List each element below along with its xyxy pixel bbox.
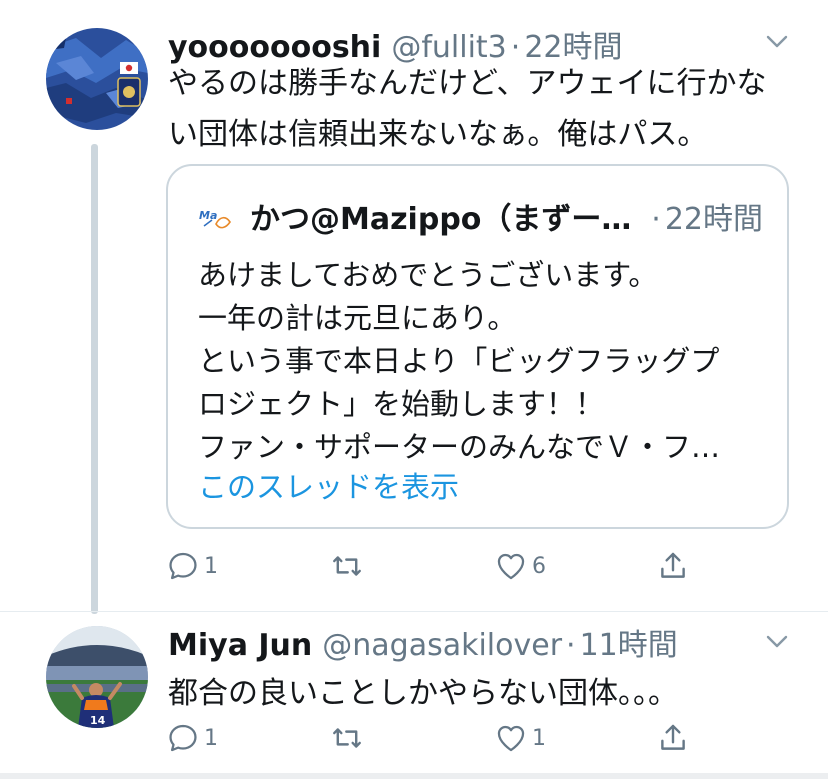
quoted-text-line: あけましておめでとうございます。 (198, 258, 658, 292)
reply-count: 1 (204, 553, 218, 579)
retweet-icon (333, 728, 361, 748)
tweet-actions: 1 1 (166, 718, 706, 758)
like-button[interactable]: 1 (494, 718, 546, 758)
share-button[interactable] (656, 718, 694, 758)
like-count: 1 (532, 725, 546, 751)
quoted-tweet[interactable]: Ma かつ@Mazippo（まずー… · 22時間 あけましておめでとうございま… (166, 164, 789, 529)
thread-line (91, 144, 98, 614)
tweet-header: yoooooooshi @fullit3 · 22時間 (168, 22, 623, 65)
reply-button[interactable]: 1 (166, 546, 218, 586)
tweet[interactable]: yoooooooshi @fullit3 · 22時間 やるのは勝手なんだけど、… (0, 0, 828, 614)
share-button[interactable] (656, 546, 694, 586)
separator-dot: · (566, 628, 576, 663)
reply-icon (169, 552, 197, 580)
quoted-text-line: という事で本日より「ビッグフラッグプ (198, 344, 720, 378)
chevron-down-icon[interactable] (764, 628, 790, 654)
display-name[interactable]: Miya Jun (168, 628, 312, 663)
user-handle[interactable]: @nagasakilover (322, 628, 562, 663)
reply-button[interactable]: 1 (166, 718, 218, 758)
share-icon (661, 724, 685, 750)
tweet-text: やるのは勝手なんだけど、アウェイに行かな い団体は信頼出来ないなぁ。俺はパス。 (168, 58, 778, 160)
avatar[interactable]: 14 (46, 626, 148, 728)
reply-icon (169, 724, 197, 752)
like-button[interactable]: 6 (494, 546, 546, 586)
share-icon (661, 552, 685, 578)
reply-count: 1 (204, 725, 218, 751)
tweet[interactable]: 14 Miya Jun @nagasakilover · 11時間 都合の良いこ… (0, 612, 828, 779)
quoted-text: あけましておめでとうございます。 一年の計は元旦にあり。 という事で本日より「ビ… (198, 254, 768, 469)
tweet-text-line: い団体は信頼出来ないなぁ。俺はパス。 (168, 117, 708, 152)
bottom-border (0, 773, 828, 779)
timestamp[interactable]: 11時間 (580, 620, 678, 664)
heart-icon (497, 553, 525, 580)
quoted-display-name[interactable]: かつ@Mazippo（まずー… (250, 194, 631, 238)
tweet-text-line: やるのは勝手なんだけど、アウェイに行かな (168, 66, 767, 101)
quoted-text-line: ロジェクト」を始動します！！ (198, 387, 605, 421)
avatar[interactable] (46, 28, 148, 130)
quoted-text-line: ファン・サポーターのみんなでＶ・フ… (198, 430, 721, 464)
retweet-icon (333, 556, 361, 576)
like-count: 6 (532, 553, 546, 579)
show-thread-link[interactable]: このスレッドを表示 (198, 464, 459, 506)
separator-dot: · (651, 202, 661, 237)
quoted-text-line: 一年の計は元旦にあり。 (198, 301, 517, 335)
tweet-header: Miya Jun @nagasakilover · 11時間 (168, 620, 678, 663)
quoted-header: かつ@Mazippo（まずー… · 22時間 (250, 194, 763, 238)
chevron-down-icon[interactable] (764, 28, 790, 54)
svg-text:14: 14 (90, 714, 106, 727)
svg-text:Ma: Ma (199, 209, 217, 222)
tweet-actions: 1 6 (166, 546, 706, 586)
retweet-button[interactable] (330, 718, 368, 758)
tweet-text: 都合の良いことしかやらない団体。。。 (168, 668, 778, 719)
tweet-text-line: 都合の良いことしかやらない団体。。。 (168, 676, 678, 711)
quoted-timestamp[interactable]: 22時間 (665, 194, 763, 238)
retweet-button[interactable] (330, 546, 368, 586)
quoted-avatar: Ma (196, 198, 236, 238)
heart-icon (497, 725, 525, 752)
